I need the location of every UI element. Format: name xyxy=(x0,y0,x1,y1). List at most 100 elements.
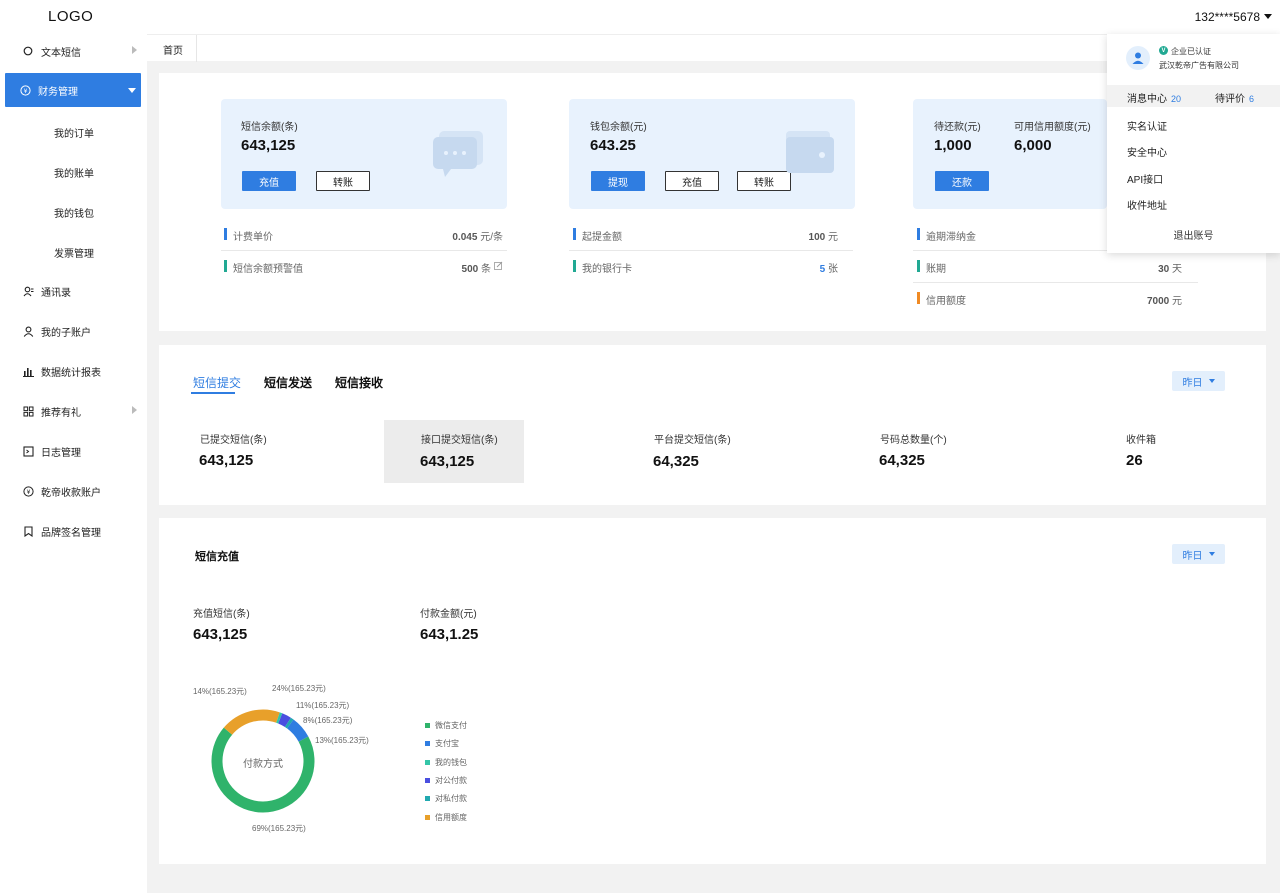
sidebar-item-logs[interactable]: 日志管理 xyxy=(0,434,147,468)
donut-slice-label: 14%(165.23元) xyxy=(193,687,247,696)
breadcrumb-home[interactable]: 首页 xyxy=(163,42,183,57)
tab-underline xyxy=(191,392,235,394)
bookmark-icon xyxy=(22,525,34,537)
sidebar-item-brand-signature[interactable]: 品牌签名管理 xyxy=(0,514,147,548)
caret-down-icon xyxy=(1208,379,1215,383)
credit-limit-value: 7000 元 xyxy=(1146,296,1182,307)
person-icon xyxy=(22,325,34,337)
payment-amount-label: 付款金额(元) xyxy=(420,609,477,620)
api-submitted-sms-value: 643,125 xyxy=(420,453,475,470)
legend-swatch xyxy=(425,741,430,747)
wallet-balance-value: 643.25 xyxy=(590,137,636,154)
sidebar-item-sub-accounts[interactable]: 我的子账户 xyxy=(0,314,147,348)
donut-slice-label: 11%(165.23元) xyxy=(296,701,350,710)
platform-submitted-sms-value: 64,325 xyxy=(653,453,699,470)
legend-swatch xyxy=(425,777,430,783)
legend-item[interactable]: 对私付款 xyxy=(425,793,467,804)
legend-item[interactable]: 我的钱包 xyxy=(425,757,467,768)
sms-alert-label: 短信余额预警值 xyxy=(233,264,303,275)
inbox-label: 收件箱 xyxy=(1126,435,1156,446)
sidebar-item-label: 数据统计报表 xyxy=(41,367,101,379)
submitted-sms-value: 643,125 xyxy=(199,452,254,469)
user-account-menu[interactable]: 132****5678 xyxy=(1195,10,1260,24)
menu-item-api[interactable]: API接口 xyxy=(1127,171,1163,186)
legend-swatch xyxy=(425,814,430,820)
wallet-transfer-button[interactable]: 转账 xyxy=(737,171,791,191)
tab-sms-send[interactable]: 短信发送 xyxy=(264,374,312,391)
sidebar-subitem-invoice[interactable]: 发票管理 xyxy=(54,245,94,260)
tab-sms-submit[interactable]: 短信提交 xyxy=(193,374,241,391)
recharge-button[interactable]: 充值 xyxy=(242,171,296,191)
menu-item-shipping-address[interactable]: 收件地址 xyxy=(1127,197,1167,212)
contacts-icon xyxy=(22,285,34,297)
legend-label: 对公付款 xyxy=(435,775,467,785)
recharge-title: 短信充值 xyxy=(195,551,239,563)
caret-down-icon[interactable] xyxy=(1264,14,1272,19)
sidebar-item-finance[interactable]: ¥ 财务管理 xyxy=(5,73,141,107)
payment-amount-value: 643,1.25 xyxy=(420,626,479,643)
legend-label: 支付宝 xyxy=(435,739,459,749)
sidebar-item-referral[interactable]: 推荐有礼 xyxy=(0,394,147,428)
bank-cards-row[interactable]: 我的银行卡 5 张 xyxy=(573,256,838,276)
sidebar-subitem-wallet[interactable]: 我的钱包 xyxy=(54,205,94,220)
menu-item-real-name-auth[interactable]: 实名认证 xyxy=(1127,118,1167,133)
sms-balance-label: 短信余额(条) xyxy=(241,122,298,133)
log-icon xyxy=(22,445,34,457)
grid-icon xyxy=(22,405,34,417)
unit-price-label: 计费单价 xyxy=(233,232,273,243)
legend-item[interactable]: 信用额度 xyxy=(425,812,467,823)
legend-item[interactable]: 微信支付 xyxy=(425,720,467,731)
stat-highlight xyxy=(384,420,524,483)
menu-item-security-center[interactable]: 安全中心 xyxy=(1127,144,1167,159)
message-center-link[interactable]: 消息中心 20 xyxy=(1127,90,1181,105)
credit-limit-label: 信用额度 xyxy=(926,296,966,307)
sms-recharge-panel: 短信充值 昨日 充值短信(条) 643,125 付款金额(元) 643,1.25… xyxy=(159,518,1266,864)
pending-review-link[interactable]: 待评价 6 xyxy=(1215,90,1254,105)
min-withdraw-value: 100 元 xyxy=(808,232,838,243)
sidebar-item-statistics[interactable]: 数据统计报表 xyxy=(0,354,147,388)
credit-limit-row: 信用额度 7000 元 xyxy=(917,288,1182,308)
sms-balance-value: 643,125 xyxy=(241,137,296,154)
bar-chart-icon xyxy=(22,365,34,377)
legend-swatch xyxy=(425,723,430,728)
donut-slice-label: 69%(165.23元) xyxy=(252,824,306,833)
transfer-button[interactable]: 转账 xyxy=(316,171,370,191)
recharge-date-range-dropdown[interactable]: 昨日 xyxy=(1172,544,1225,564)
number-count-label: 号码总数量(个) xyxy=(880,435,947,446)
sidebar-item-payment-account[interactable]: ¥ 乾帝收款账户 xyxy=(0,474,147,508)
unit-price-row: 计费单价 0.045 元/条 xyxy=(224,224,503,244)
accent-bar xyxy=(917,228,920,240)
verified-badge-icon: V xyxy=(1159,46,1168,55)
edit-icon[interactable] xyxy=(494,261,503,270)
legend-label: 对私付款 xyxy=(435,794,467,804)
available-credit-value: 6,000 xyxy=(1014,137,1052,154)
sidebar-item-label: 品牌签名管理 xyxy=(41,527,101,539)
sidebar-subitem-orders[interactable]: 我的订单 xyxy=(54,125,94,140)
account-dropdown-menu: V 企业已认证 武汉乾帝广告有限公司 消息中心 20 待评价 6 实名认证 安全中心… xyxy=(1107,34,1280,253)
sidebar-item-contacts[interactable]: 通讯录 xyxy=(0,274,147,308)
sidebar-item-text-sms[interactable]: 文本短信 xyxy=(0,34,147,68)
legend-item[interactable]: 支付宝 xyxy=(425,738,459,749)
chevron-right-icon xyxy=(132,46,137,54)
sidebar-subitem-bills[interactable]: 我的账单 xyxy=(54,165,94,180)
accent-bar xyxy=(917,260,920,272)
legend-item[interactable]: 对公付款 xyxy=(425,775,467,786)
wallet-recharge-button[interactable]: 充值 xyxy=(665,171,719,191)
wallet-balance-card: 钱包余额(元) 643.25 提现 充值 转账 xyxy=(569,99,855,209)
finance-overview-panel: 短信余额(条) 643,125 充值 转账 钱包余额(元) 643.25 提现 … xyxy=(159,73,1266,331)
logout-button[interactable]: 退出账号 xyxy=(1107,227,1280,242)
recharge-sms-value: 643,125 xyxy=(193,626,248,643)
wallet-icon xyxy=(786,131,834,173)
date-range-dropdown[interactable]: 昨日 xyxy=(1172,371,1225,391)
tab-sms-receive[interactable]: 短信接收 xyxy=(335,374,383,391)
sidebar-item-label: 通讯录 xyxy=(41,287,71,299)
accent-bar xyxy=(917,292,920,304)
repay-button[interactable]: 还款 xyxy=(935,171,989,191)
withdraw-button[interactable]: 提现 xyxy=(591,171,645,191)
divider xyxy=(913,282,1198,283)
yen-icon: ¥ xyxy=(19,84,31,96)
divider xyxy=(221,250,507,251)
submitted-sms-label: 已提交短信(条) xyxy=(200,435,267,446)
sms-stats-panel: 短信提交 短信发送 短信接收 昨日 已提交短信(条) 643,125 接口提交短… xyxy=(159,345,1266,505)
billing-period-value: 30 天 xyxy=(1158,264,1182,275)
